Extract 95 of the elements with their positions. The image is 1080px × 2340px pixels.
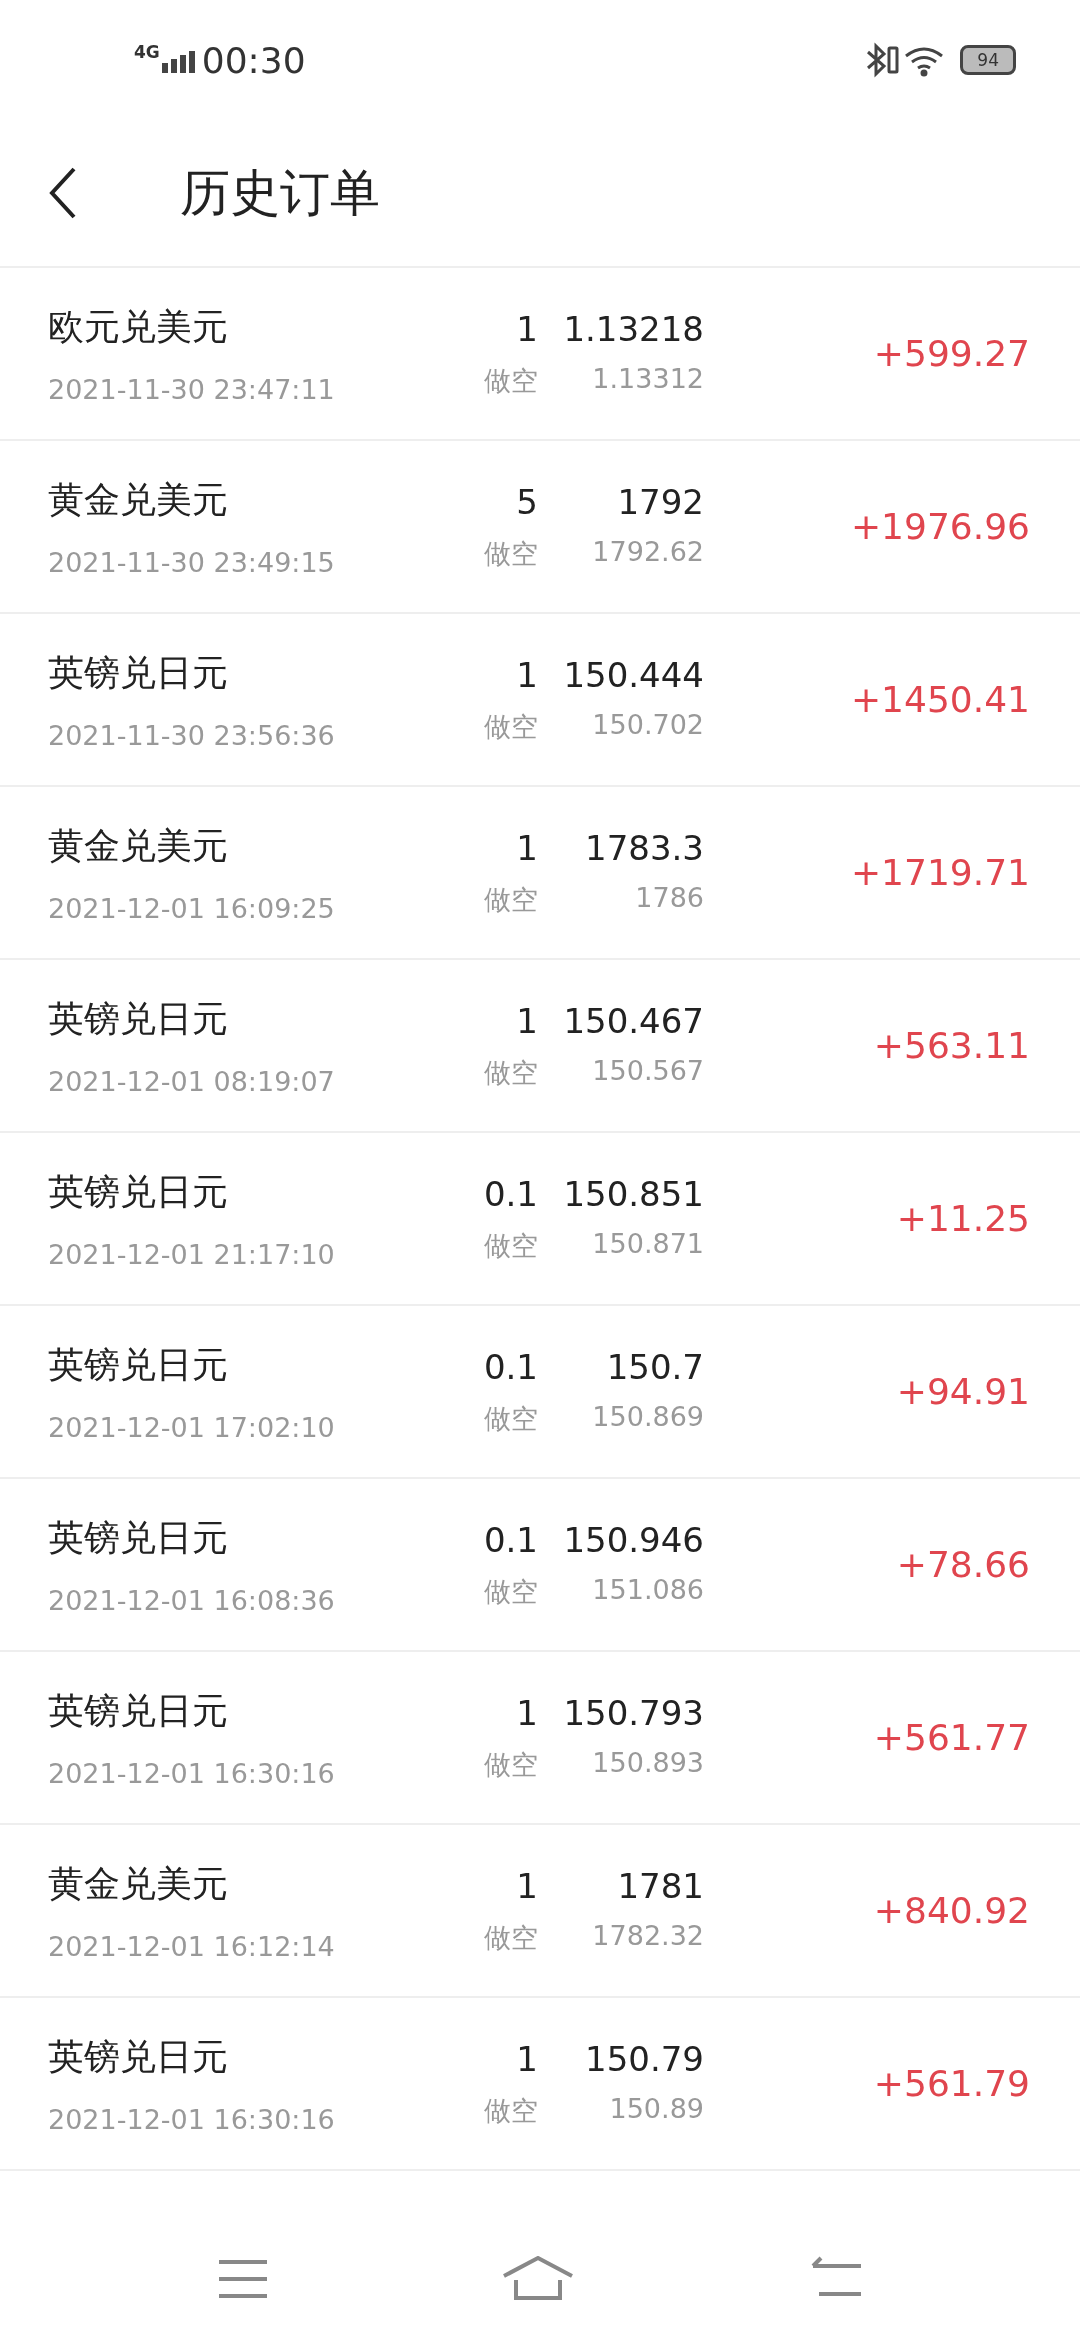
direction-label: 做空 [483, 882, 538, 917]
profit-amount: +561.79 [873, 2063, 1030, 2104]
lot-size: 0.1 [482, 1346, 538, 1387]
symbol-name: 英镑兑日元 [48, 1169, 229, 1214]
open-price: 150.79 [584, 2038, 704, 2079]
order-row[interactable]: 黄金兑美元 2021-12-01 16:12:14 1 1781 做空 1782.32 +840.92 [0, 1825, 1080, 1998]
order-time: 2021-11-30 23:49:15 [48, 546, 336, 578]
direction-label: 做空 [483, 1055, 538, 1090]
battery-level: 94 [960, 45, 1016, 75]
open-price: 1.13218 [562, 308, 704, 349]
open-price: 1781 [616, 1865, 704, 1906]
order-row[interactable]: 英镑兑日元 2021-11-30 23:56:36 1 150.444 做空 150.702 +1450.41 [0, 614, 1080, 787]
close-price: 151.086 [591, 1573, 704, 1607]
lot-size: 1 [515, 1865, 538, 1906]
close-price: 150.89 [608, 2092, 704, 2126]
open-price: 1783.3 [584, 827, 704, 868]
symbol-name: 黄金兑美元 [48, 1861, 229, 1906]
close-price: 150.871 [591, 1227, 704, 1261]
order-time: 2021-12-01 17:02:10 [48, 1411, 336, 1443]
direction-label: 做空 [483, 2093, 538, 2128]
direction-label: 做空 [483, 1747, 538, 1782]
order-time: 2021-12-01 16:08:36 [48, 1584, 336, 1616]
order-row[interactable]: 英镑兑日元 2021-12-01 16:30:16 1 150.79 做空 150.89 +561.79 [0, 1998, 1080, 2171]
page-title: 历史订单 [180, 162, 380, 224]
open-price: 150.444 [562, 654, 704, 695]
lot-size: 5 [515, 481, 538, 522]
order-time: 2021-12-01 16:30:16 [48, 2103, 336, 2135]
direction-label: 做空 [483, 536, 538, 571]
order-time: 2021-12-01 16:30:16 [48, 1757, 336, 1789]
order-time: 2021-12-01 16:12:14 [48, 1930, 336, 1962]
direction-label: 做空 [483, 709, 538, 744]
profit-amount: +1719.71 [850, 852, 1030, 893]
close-price: 1786 [634, 881, 704, 915]
profit-amount: +599.27 [873, 333, 1030, 374]
open-price: 150.851 [562, 1173, 704, 1214]
close-price: 150.893 [591, 1746, 704, 1780]
open-price: 150.467 [562, 1000, 704, 1041]
order-time: 2021-12-01 21:17:10 [48, 1238, 336, 1270]
home-icon[interactable] [502, 2256, 574, 2302]
direction-label: 做空 [483, 1920, 538, 1955]
order-row[interactable]: 英镑兑日元 2021-12-01 16:30:16 1 150.793 做空 150.893 +561.77 [0, 1652, 1080, 1825]
symbol-name: 黄金兑美元 [48, 823, 229, 868]
order-row[interactable]: 英镑兑日元 2021-12-01 08:19:07 1 150.467 做空 150.567 +563.11 [0, 960, 1080, 1133]
order-row[interactable]: 英镑兑日元 2021-12-01 16:08:36 0.1 150.946 做空 151.086 +78.66 [0, 1479, 1080, 1652]
symbol-name: 英镑兑日元 [48, 1515, 229, 1560]
menu-icon[interactable] [216, 2258, 269, 2300]
order-row[interactable]: 黄金兑美元 2021-11-30 23:49:15 5 1792 做空 1792.62 +1976.96 [0, 441, 1080, 614]
order-time: 2021-12-01 16:09:25 [48, 892, 336, 924]
order-row[interactable]: 欧元兑美元 2021-11-30 23:47:11 1 1.13218 做空 1.13312 +599.27 [0, 268, 1080, 441]
lot-size: 1 [515, 2038, 538, 2079]
lot-size: 0.1 [482, 1519, 538, 1560]
lot-size: 1 [515, 1000, 538, 1041]
lot-size: 0.1 [482, 1173, 538, 1214]
clock: 00:30 [201, 39, 306, 81]
close-price: 1.13312 [591, 362, 704, 396]
open-price: 150.7 [605, 1346, 704, 1387]
close-price: 150.869 [591, 1400, 704, 1434]
profit-amount: +563.11 [873, 1025, 1030, 1066]
symbol-name: 欧元兑美元 [48, 304, 229, 349]
profit-amount: +11.25 [896, 1198, 1030, 1239]
symbol-name: 英镑兑日元 [48, 1688, 229, 1733]
open-price: 1792 [616, 481, 704, 522]
network-type: 4G [134, 42, 160, 62]
profit-amount: +1450.41 [850, 679, 1030, 720]
order-row[interactable]: 英镑兑日元 2021-12-01 17:02:10 0.1 150.7 做空 150.869 +94.91 [0, 1306, 1080, 1479]
symbol-name: 英镑兑日元 [48, 996, 229, 1041]
order-row[interactable]: 英镑兑日元 2021-12-01 21:17:10 0.1 150.851 做空 150.871 +11.25 [0, 1133, 1080, 1306]
lot-size: 1 [515, 1692, 538, 1733]
profit-amount: +561.77 [873, 1717, 1030, 1758]
symbol-name: 英镑兑日元 [48, 2034, 229, 2079]
direction-label: 做空 [483, 1228, 538, 1263]
back-icon[interactable] [48, 167, 78, 219]
order-time: 2021-11-30 23:47:11 [48, 373, 336, 405]
direction-label: 做空 [483, 363, 538, 398]
order-time: 2021-12-01 08:19:07 [48, 1065, 336, 1097]
close-price: 150.567 [591, 1054, 704, 1088]
close-price: 150.702 [591, 708, 704, 742]
profit-amount: +1976.96 [850, 506, 1030, 547]
close-price: 1792.62 [591, 535, 704, 569]
symbol-name: 英镑兑日元 [48, 650, 229, 695]
open-price: 150.793 [562, 1692, 704, 1733]
profit-amount: +94.91 [896, 1371, 1030, 1412]
direction-label: 做空 [483, 1401, 538, 1436]
symbol-name: 英镑兑日元 [48, 1342, 229, 1387]
lot-size: 1 [515, 827, 538, 868]
profit-amount: +78.66 [896, 1544, 1030, 1585]
order-row[interactable]: 黄金兑美元 2021-12-01 16:09:25 1 1783.3 做空 1786 +1719.71 [0, 787, 1080, 960]
order-time: 2021-11-30 23:56:36 [48, 719, 336, 751]
open-price: 150.946 [562, 1519, 704, 1560]
symbol-name: 黄金兑美元 [48, 477, 229, 522]
close-price: 1782.32 [591, 1919, 704, 1953]
direction-label: 做空 [483, 1574, 538, 1609]
lot-size: 1 [515, 308, 538, 349]
lot-size: 1 [515, 654, 538, 695]
profit-amount: +840.92 [873, 1890, 1030, 1931]
